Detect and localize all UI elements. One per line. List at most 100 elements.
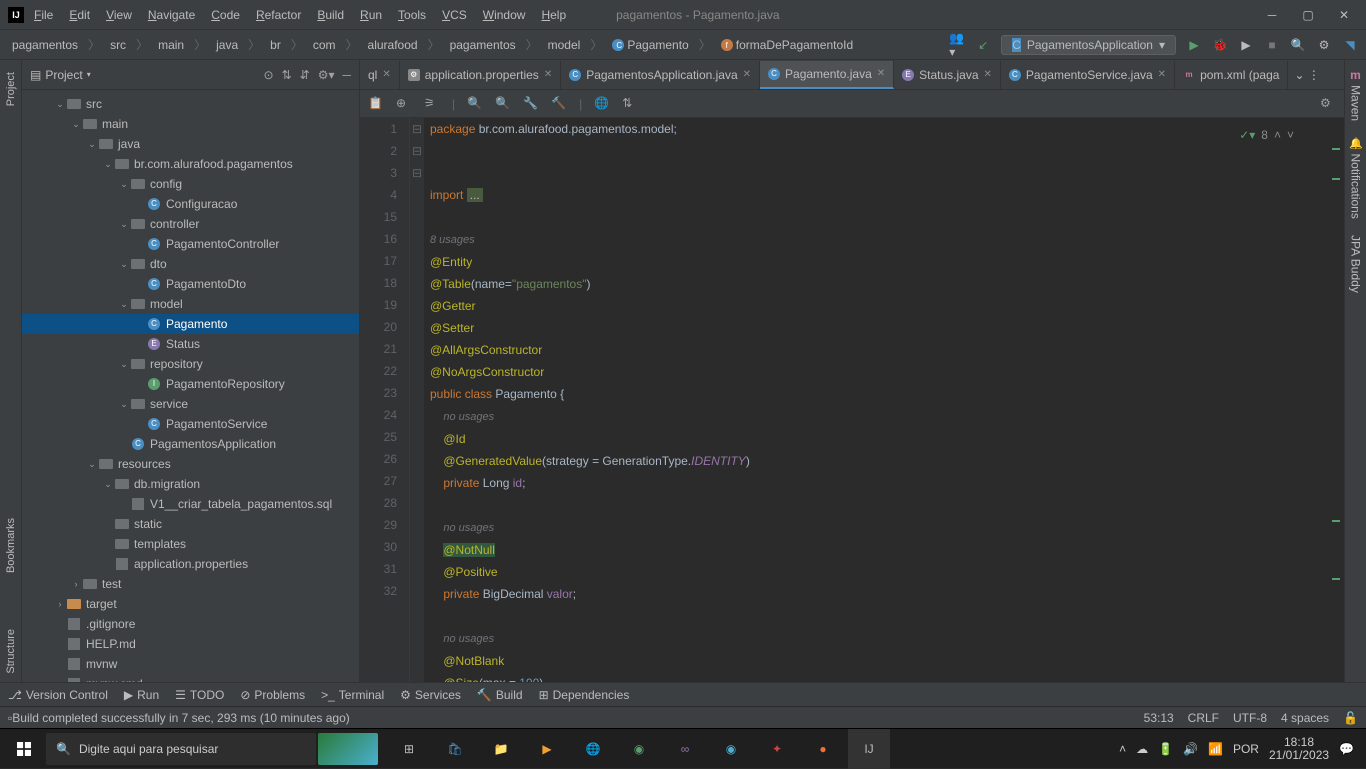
minimize-button[interactable]: ─ xyxy=(1258,5,1286,25)
readonly-icon[interactable]: 🔓 xyxy=(1343,711,1358,725)
tree-node[interactable]: templates xyxy=(22,534,359,554)
tree-node[interactable]: CPagamentoService xyxy=(22,414,359,434)
media-icon[interactable]: ▶ xyxy=(526,729,568,769)
menu-file[interactable]: File xyxy=(28,6,59,24)
panel-settings-icon[interactable]: ⚙▾ xyxy=(318,68,335,82)
editor-tab[interactable]: EStatus.java✕ xyxy=(894,61,1001,89)
bookmarks-tool-tab[interactable]: Bookmarks xyxy=(3,510,19,581)
editor-tab[interactable]: CPagamento.java✕ xyxy=(760,61,894,89)
app2-icon[interactable]: ◉ xyxy=(710,729,752,769)
menu-vcs[interactable]: VCS xyxy=(436,6,473,24)
bottom-tab-todo[interactable]: ☰TODO xyxy=(175,688,224,702)
indent-config[interactable]: 4 spaces xyxy=(1281,711,1329,725)
tree-node[interactable]: ⌄controller xyxy=(22,214,359,234)
maximize-button[interactable]: ▢ xyxy=(1294,5,1322,25)
tree-node[interactable]: mvnw xyxy=(22,654,359,674)
search-icon[interactable]: 🔍 xyxy=(1290,37,1306,53)
tree-node[interactable]: ⌄br.com.alurafood.pagamentos xyxy=(22,154,359,174)
menu-view[interactable]: View xyxy=(100,6,138,24)
editor-gear-icon[interactable]: ⚙ xyxy=(1320,96,1336,112)
jpa-buddy-tool-tab[interactable]: JPA Buddy xyxy=(1347,227,1365,301)
edge-icon[interactable]: 🌐 xyxy=(572,729,614,769)
breadcrumb-item[interactable]: pagamentos xyxy=(446,37,520,53)
breadcrumb-item[interactable]: br xyxy=(266,37,285,53)
close-button[interactable]: ✕ xyxy=(1330,5,1358,25)
language-indicator[interactable]: POR xyxy=(1233,742,1259,756)
tool3-icon[interactable]: 🔧 xyxy=(523,96,539,112)
structure-tool-tab[interactable]: Structure xyxy=(3,621,19,682)
tree-node[interactable]: ›target xyxy=(22,594,359,614)
fold-gutter[interactable]: ⊟⊟⊟ xyxy=(410,118,424,682)
tree-node[interactable]: ⌄db.migration xyxy=(22,474,359,494)
tree-node[interactable]: ⌄model xyxy=(22,294,359,314)
menu-code[interactable]: Code xyxy=(205,6,246,24)
tree-node[interactable]: CPagamento xyxy=(22,314,359,334)
debug-button[interactable]: 🐞 xyxy=(1212,37,1228,53)
breadcrumb-item[interactable]: main xyxy=(154,37,188,53)
start-button[interactable] xyxy=(4,729,44,769)
notifications-tool-tab[interactable]: 🔔 Notifications xyxy=(1347,129,1365,227)
task-view-icon[interactable]: ⊞ xyxy=(388,729,430,769)
clock[interactable]: 18:1821/01/2023 xyxy=(1269,736,1329,762)
tree-node[interactable]: HELP.md xyxy=(22,634,359,654)
collapse-all-icon[interactable]: ⇵ xyxy=(300,68,310,82)
tree-node[interactable]: ⌄repository xyxy=(22,354,359,374)
breadcrumb-item[interactable]: CPagamento xyxy=(608,37,692,53)
editor-tab[interactable]: CPagamentosApplication.java✕ xyxy=(561,61,760,89)
sort-icon[interactable]: ⇅ xyxy=(622,96,638,112)
project-tree[interactable]: ⌄src⌄main⌄java⌄br.com.alurafood.pagament… xyxy=(22,90,359,682)
line-separator[interactable]: CRLF xyxy=(1188,711,1219,725)
update-icon[interactable]: ↙ xyxy=(975,37,991,53)
run-button[interactable]: ▶ xyxy=(1186,37,1202,53)
app1-icon[interactable]: ◉ xyxy=(618,729,660,769)
project-panel-title[interactable]: ▤ Project▾ xyxy=(30,68,256,82)
code-editor[interactable]: 1234151617181920212223242526272829303132… xyxy=(360,118,1344,682)
breadcrumb-item[interactable]: fformaDePagamentoId xyxy=(717,37,857,53)
ddl-icon[interactable]: 📋 xyxy=(368,96,384,112)
wifi-icon[interactable]: 📶 xyxy=(1208,742,1223,756)
close-tab-icon[interactable]: ✕ xyxy=(984,69,992,80)
select-opened-icon[interactable]: ⊙ xyxy=(264,68,274,82)
close-tab-icon[interactable]: ✕ xyxy=(544,69,552,80)
chevron-down-icon[interactable]: ˅ xyxy=(1287,124,1294,146)
settings-icon[interactable]: ⚙ xyxy=(1316,37,1332,53)
tree-node[interactable]: V1__criar_tabela_pagamentos.sql xyxy=(22,494,359,514)
hierarchy-icon[interactable]: ⚞ xyxy=(424,96,440,112)
editor-tab[interactable]: ql✕ xyxy=(360,61,400,89)
kotlin-icon[interactable]: ◥ xyxy=(1342,37,1358,53)
editor-tab[interactable]: ⚙application.properties✕ xyxy=(400,61,561,89)
tree-node[interactable]: ⌄src xyxy=(22,94,359,114)
maven-tool-tab[interactable]: m Maven xyxy=(1347,60,1365,129)
battery-icon[interactable]: 🔋 xyxy=(1158,742,1173,756)
menu-window[interactable]: Window xyxy=(477,6,532,24)
close-tab-icon[interactable]: ✕ xyxy=(1158,69,1166,80)
code-content[interactable]: package br.com.alurafood.pagamentos.mode… xyxy=(424,118,1344,682)
vs-icon[interactable]: ∞ xyxy=(664,729,706,769)
app3-icon[interactable]: ✦ xyxy=(756,729,798,769)
volume-icon[interactable]: 🔊 xyxy=(1183,742,1198,756)
tree-node[interactable]: ⌄resources xyxy=(22,454,359,474)
coverage-button[interactable]: ▶ xyxy=(1238,37,1254,53)
tree-node[interactable]: ⌄service xyxy=(22,394,359,414)
breadcrumb-item[interactable]: src xyxy=(106,37,130,53)
taskbar-search[interactable]: 🔍 Digite aqui para pesquisar xyxy=(46,733,316,765)
menu-tools[interactable]: Tools xyxy=(392,6,432,24)
bottom-tab-services[interactable]: ⚙Services xyxy=(400,688,461,702)
menu-navigate[interactable]: Navigate xyxy=(142,6,201,24)
tree-node[interactable]: .gitignore xyxy=(22,614,359,634)
tree-node[interactable]: CPagamentosApplication xyxy=(22,434,359,454)
tree-node[interactable]: IPagamentoRepository xyxy=(22,374,359,394)
bottom-tab-dependencies[interactable]: ⊞Dependencies xyxy=(539,688,630,702)
postman-icon[interactable]: ● xyxy=(802,729,844,769)
tree-node[interactable]: ⌄config xyxy=(22,174,359,194)
tree-node[interactable]: CConfiguracao xyxy=(22,194,359,214)
add-icon[interactable]: ⊕ xyxy=(396,96,412,112)
tree-node[interactable]: CPagamentoController xyxy=(22,234,359,254)
tray-expand-icon[interactable]: ˄ xyxy=(1119,742,1126,756)
bottom-tab-terminal[interactable]: >_Terminal xyxy=(321,688,384,702)
tree-node[interactable]: mvnw.cmd xyxy=(22,674,359,682)
menu-refactor[interactable]: Refactor xyxy=(250,6,307,24)
tree-node[interactable]: CPagamentoDto xyxy=(22,274,359,294)
tree-node[interactable]: ⌄dto xyxy=(22,254,359,274)
menu-run[interactable]: Run xyxy=(354,6,388,24)
